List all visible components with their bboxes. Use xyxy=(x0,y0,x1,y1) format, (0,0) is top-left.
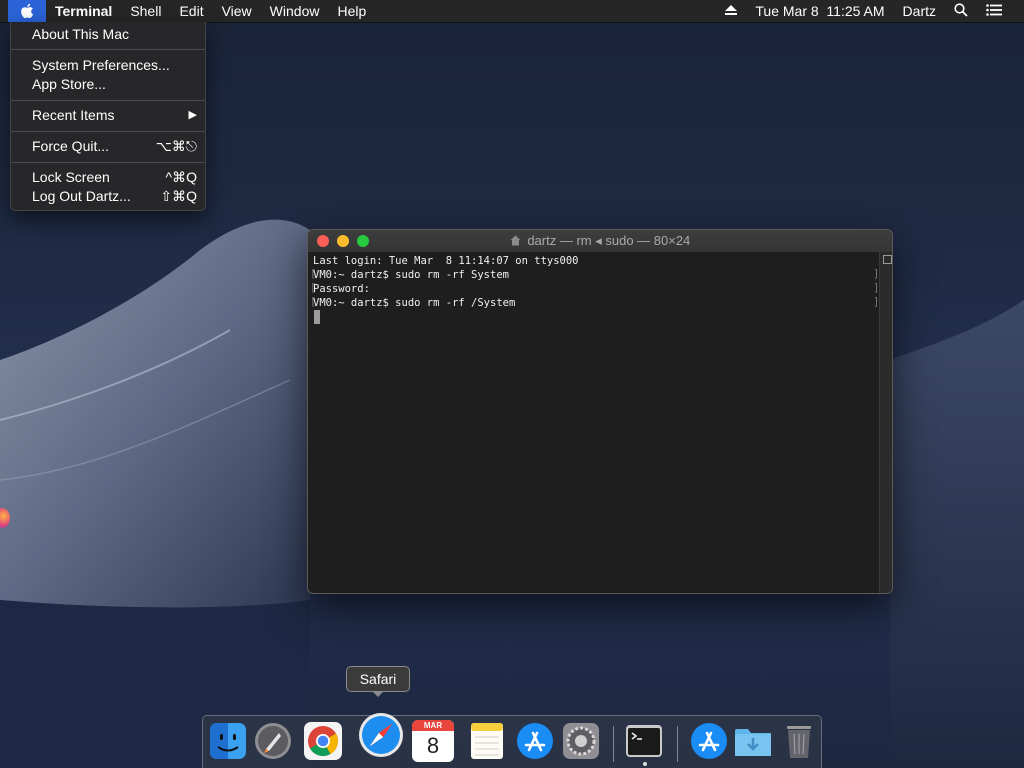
terminal-app-icon[interactable] xyxy=(623,720,665,762)
trash-icon[interactable] xyxy=(778,720,820,762)
menu-separator xyxy=(11,100,205,101)
text-cursor xyxy=(314,310,320,324)
safari-icon[interactable] xyxy=(357,711,405,759)
chrome-icon[interactable] xyxy=(302,720,344,762)
shortcut-label: ^⌘Q xyxy=(165,169,197,185)
menu-item-label: System Preferences... xyxy=(32,57,170,73)
menu-item-app-store[interactable]: App Store... xyxy=(11,75,205,94)
calendar-day: 8 xyxy=(426,733,440,758)
shortcut-label: ⌥⌘⎋ xyxy=(155,138,197,154)
menubar-clock[interactable]: Tue Mar 8 11:25 AM xyxy=(746,3,893,19)
dock: MAR 8 xyxy=(202,713,822,768)
home-folder-icon xyxy=(510,235,521,246)
apple-menu-button[interactable] xyxy=(8,0,46,22)
menu-item-label: Lock Screen xyxy=(32,169,110,185)
apple-dropdown-menu: About This Mac System Preferences... App… xyxy=(10,22,206,211)
shortcut-label: ⇧⌘Q xyxy=(160,188,197,204)
notification-center-icon xyxy=(986,4,1002,16)
eject-status-item[interactable] xyxy=(716,3,746,19)
menu-item-label: About This Mac xyxy=(32,26,130,42)
terminal-line: VM0:~ dartz$ sudo rm -rf System xyxy=(313,269,509,281)
scrollbar-track[interactable] xyxy=(879,252,892,593)
system-preferences-icon[interactable] xyxy=(560,720,602,762)
finder-icon[interactable] xyxy=(207,720,249,762)
terminal-output[interactable]: Last login: Tue Mar 8 11:14:07 on ttys00… xyxy=(308,252,879,593)
menubar-user[interactable]: Dartz xyxy=(894,3,945,19)
menu-separator xyxy=(11,131,205,132)
menu-window[interactable]: Window xyxy=(261,0,329,22)
eject-icon xyxy=(725,5,738,15)
terminal-window[interactable]: dartz — rm ◂ sudo — 80×24 Last login: Tu… xyxy=(307,229,893,594)
menu-item-force-quit[interactable]: Force Quit... ⌥⌘⎋ xyxy=(11,137,205,156)
menu-edit[interactable]: Edit xyxy=(170,0,212,22)
apple-icon xyxy=(21,3,33,19)
menu-item-recent-items[interactable]: Recent Items ▶ xyxy=(11,106,205,125)
tooltip-arrow xyxy=(372,691,384,697)
menu-item-about-this-mac[interactable]: About This Mac xyxy=(11,25,205,44)
spotlight-button[interactable] xyxy=(945,2,977,20)
launchpad-icon[interactable] xyxy=(252,720,294,762)
menu-view[interactable]: View xyxy=(213,0,261,22)
menu-item-label: Recent Items xyxy=(32,107,115,123)
split-view-icon[interactable] xyxy=(883,255,892,264)
terminal-running-indicator xyxy=(643,762,647,766)
menu-item-label: App Store... xyxy=(32,76,106,92)
terminal-line: Password: xyxy=(313,283,370,295)
window-titlebar[interactable]: dartz — rm ◂ sudo — 80×24 xyxy=(308,230,892,253)
downloads-folder-icon[interactable] xyxy=(732,720,774,762)
menu-item-lock-screen[interactable]: Lock Screen ^⌘Q xyxy=(11,168,205,187)
window-title: dartz — rm ◂ sudo — 80×24 xyxy=(308,230,892,252)
window-title-text: dartz — rm ◂ sudo — 80×24 xyxy=(527,233,691,248)
terminal-line: VM0:~ dartz$ sudo rm -rf /System xyxy=(313,297,516,309)
notes-icon[interactable] xyxy=(466,720,508,762)
menu-terminal[interactable]: Terminal xyxy=(46,0,121,22)
menu-item-label: Log Out Dartz... xyxy=(32,188,131,204)
calendar-icon[interactable]: MAR 8 xyxy=(412,720,454,762)
menu-separator xyxy=(11,49,205,50)
notification-center-button[interactable] xyxy=(977,3,1024,19)
menu-item-log-out[interactable]: Log Out Dartz... ⇧⌘Q xyxy=(11,187,205,206)
menu-item-system-preferences[interactable]: System Preferences... xyxy=(11,56,205,75)
menu-shell[interactable]: Shell xyxy=(121,0,170,22)
menu-separator xyxy=(11,162,205,163)
menu-item-label: Force Quit... xyxy=(32,138,110,154)
submenu-arrow-icon: ▶ xyxy=(188,109,197,121)
app-store-stack-icon[interactable] xyxy=(688,720,730,762)
spotlight-search-icon xyxy=(954,2,968,17)
calendar-month: MAR xyxy=(412,720,454,731)
dock-separator xyxy=(613,726,614,762)
terminal-line: Last login: Tue Mar 8 11:14:07 on ttys00… xyxy=(313,255,579,267)
menu-help[interactable]: Help xyxy=(328,0,375,22)
menu-bar: Terminal Shell Edit View Window Help Tue… xyxy=(0,0,1024,22)
dock-separator xyxy=(677,726,678,762)
app-store-icon[interactable] xyxy=(514,720,556,762)
dock-tooltip: Safari xyxy=(346,666,410,692)
